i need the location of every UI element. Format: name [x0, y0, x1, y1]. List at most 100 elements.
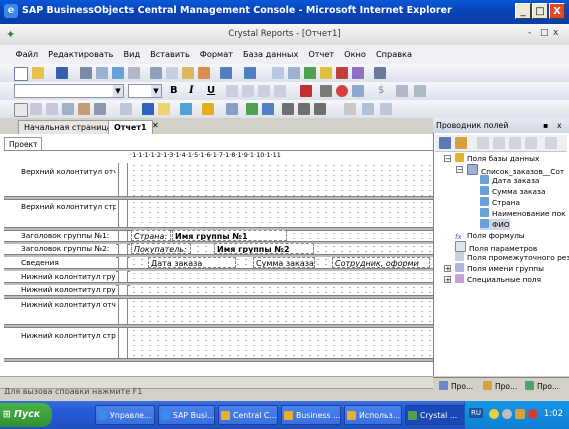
box-icon[interactable] — [120, 103, 132, 115]
paste-icon[interactable] — [182, 67, 194, 79]
section-label-group-footer-1[interactable]: Нижний колонтитул групп — [4, 285, 116, 295]
group1-name-field[interactable]: Имя группы №1 — [172, 230, 287, 241]
font-color-icon[interactable] — [300, 85, 312, 97]
map-icon[interactable] — [180, 103, 192, 115]
rename-icon[interactable] — [509, 137, 521, 149]
select-expert-icon[interactable] — [320, 67, 332, 79]
menu-file[interactable]: Файл — [11, 45, 44, 64]
ie-close-button[interactable]: X — [549, 3, 565, 19]
font-name-combo[interactable]: ▼ — [14, 84, 124, 98]
collapse-table-icon[interactable]: − — [456, 166, 463, 174]
open-icon[interactable] — [32, 67, 44, 79]
task-button-5[interactable]: Использ... — [344, 405, 402, 425]
menu-help[interactable]: Справка — [371, 45, 417, 64]
new-icon[interactable] — [14, 67, 28, 81]
page-footer-area[interactable] — [130, 328, 433, 358]
justify-icon[interactable] — [274, 85, 286, 97]
navigation-next-icon[interactable] — [314, 103, 326, 115]
tree-field-fio[interactable]: ФИО — [480, 219, 510, 230]
section-separator[interactable] — [4, 358, 433, 362]
task-button-4[interactable]: Business ... — [281, 405, 341, 425]
undo-icon[interactable] — [220, 67, 232, 79]
align-right-icon[interactable] — [258, 85, 270, 97]
tree-field-country[interactable]: Страна — [480, 197, 520, 208]
menu-window[interactable]: Окно — [339, 45, 371, 64]
ie-maximize-button[interactable]: □ — [532, 3, 548, 19]
duplicate-icon[interactable] — [525, 137, 537, 149]
language-indicator[interactable]: RU — [469, 408, 483, 418]
tree-field-customer-name[interactable]: Наименование пок — [480, 208, 566, 219]
formula-workshop-icon[interactable] — [226, 103, 238, 115]
toggle-field-view-icon[interactable] — [272, 67, 284, 79]
tab-field-explorer[interactable]: Про... — [439, 381, 473, 391]
section-label-page-header[interactable]: Верхний колонтитул стран — [4, 200, 116, 227]
font-size-combo[interactable]: ▼ — [128, 84, 162, 98]
grid-icon[interactable] — [380, 103, 392, 115]
tray-icon-3[interactable] — [515, 409, 525, 419]
copy-icon[interactable] — [166, 67, 178, 79]
tree-formula-fields[interactable]: fx Поля формулы — [455, 230, 525, 242]
email-icon[interactable] — [128, 67, 140, 79]
report-header-area[interactable] — [130, 163, 433, 196]
crosstab-icon[interactable] — [62, 103, 74, 115]
clock[interactable]: 1:02 — [544, 409, 563, 419]
navigation-first-icon[interactable] — [282, 103, 294, 115]
insert-to-report-icon[interactable] — [439, 137, 451, 149]
find-icon[interactable] — [374, 67, 386, 79]
ie-minimize-button[interactable]: _ — [515, 3, 531, 19]
picture-icon[interactable] — [158, 103, 170, 115]
tree-database-fields[interactable]: Поля базы данных — [455, 153, 539, 164]
print-icon[interactable] — [80, 67, 92, 79]
section-label-report-footer[interactable]: Нижний колонтитул отчет — [4, 299, 116, 324]
thousands-separator-icon[interactable] — [396, 85, 408, 97]
navigation-prev-icon[interactable] — [298, 103, 310, 115]
page-header-area[interactable] — [130, 200, 433, 227]
order-amount-field[interactable]: Сумма заказа — [253, 257, 315, 268]
suppress-icon[interactable] — [336, 85, 348, 97]
group-icon[interactable] — [30, 103, 42, 115]
employee-field[interactable]: Сотрудник, оформи — [332, 257, 430, 268]
refresh-icon[interactable] — [304, 67, 316, 79]
start-button[interactable]: ⊞ Пуск — [0, 403, 52, 427]
print-preview-icon[interactable] — [96, 67, 108, 79]
line-icon[interactable] — [94, 103, 106, 115]
export-icon[interactable] — [112, 67, 124, 79]
group-footer-1-area[interactable] — [130, 285, 433, 295]
delete-icon[interactable] — [545, 137, 557, 149]
report-footer-area[interactable] — [130, 299, 433, 324]
lock-format-icon[interactable] — [352, 85, 364, 97]
task-button-crystal[interactable]: Crystal ... — [405, 405, 465, 425]
repository-icon[interactable] — [352, 67, 364, 79]
group2-label-field[interactable]: Покупатель: — [131, 243, 191, 254]
menu-edit[interactable]: Редактировать — [43, 45, 118, 64]
tab-repository-explorer[interactable]: Про... — [525, 381, 559, 391]
report-explorer-icon[interactable] — [336, 67, 348, 79]
tab-start-page[interactable]: Начальная страница — [18, 120, 118, 135]
edit-field-icon[interactable] — [493, 137, 505, 149]
underline-button[interactable]: U — [207, 85, 215, 96]
task-button-1[interactable]: Управле... — [95, 405, 155, 425]
pin-icon[interactable]: ▪ — [543, 118, 548, 133]
section-label-report-header[interactable]: Верхний колонтитул отчет — [4, 165, 116, 197]
tree-field-order-date[interactable]: Дата заказа — [480, 175, 539, 186]
cr-minimize-button[interactable]: - — [528, 28, 531, 38]
tab-report1[interactable]: Отчет1 — [108, 120, 153, 135]
cut-icon[interactable] — [150, 67, 162, 79]
align-left-icon[interactable] — [226, 85, 238, 97]
format-painter-icon[interactable] — [198, 67, 210, 79]
panel-close-icon[interactable]: x — [557, 118, 562, 133]
tree-table[interactable]: Список_заказов__Сот — [467, 164, 564, 176]
collapse-database-fields-icon[interactable]: − — [444, 155, 451, 163]
tree-parameter-fields[interactable]: Поля параметров — [455, 241, 537, 253]
tree-field-order-amount[interactable]: Сумма заказа — [480, 186, 545, 197]
record-sort-icon[interactable] — [246, 103, 258, 115]
chart-icon[interactable] — [142, 103, 154, 115]
tray-icon-2[interactable] — [502, 409, 512, 419]
menu-report[interactable]: Отчет — [303, 45, 339, 64]
design-tab[interactable]: Проект — [4, 137, 42, 150]
tree-running-total-fields[interactable]: Поля промежуточного рез — [455, 252, 569, 263]
subreport-icon[interactable] — [78, 103, 90, 115]
stop-icon[interactable] — [344, 103, 356, 115]
section-label-page-footer[interactable]: Нижний колонтитул стран — [4, 328, 116, 358]
cr-restore-button[interactable]: □ — [540, 28, 549, 38]
